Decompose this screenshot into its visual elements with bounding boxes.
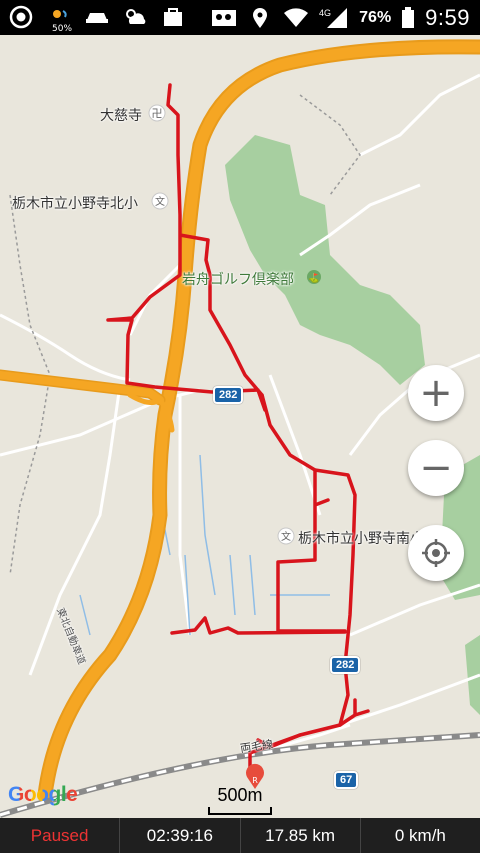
shopping-bag-icon [160, 4, 186, 30]
svg-text:R: R [252, 776, 258, 785]
route-shield-282-south: 282 [330, 656, 361, 674]
svg-text:卍: 卍 [152, 107, 163, 120]
status-bar-right-icons: 4G 76% 9:59 [211, 5, 470, 31]
golf-marker: ⛳ [307, 270, 321, 284]
school-north-marker: 文 [151, 192, 169, 210]
elapsed-time: 02:39:16 [120, 818, 241, 853]
map-view[interactable]: 卍 文 文 ⛳ R 大慈寺 栃木市立小野寺北小 岩舟ゴルフ倶楽部 栃木市立小野寺… [0, 35, 480, 818]
battery-percent: 76% [359, 9, 392, 26]
school-south-marker: 文 [277, 527, 295, 545]
speed: 0 km/h [394, 826, 446, 845]
plus-icon: + [419, 370, 453, 416]
tracking-status[interactable]: Paused [0, 818, 121, 853]
label-school-south: 栃木市立小野寺南小 [298, 530, 424, 546]
zoom-out-button[interactable]: − [408, 440, 464, 496]
label-golf-course: 岩舟ゴルフ倶楽部 [182, 271, 294, 287]
temple-marker: 卍 [148, 104, 166, 122]
google-logo-text: Google [8, 783, 78, 806]
distance: 17.85 km [241, 818, 361, 853]
weather-percent: 50% [52, 24, 73, 34]
label-school-north: 栃木市立小野寺北小 [12, 195, 138, 211]
location-icon [247, 5, 273, 31]
map-canvas: 卍 文 文 ⛳ R [0, 35, 480, 818]
battery-icon [401, 5, 415, 31]
map-scale: 500m [208, 785, 272, 815]
contact-card-icon [211, 5, 237, 31]
route-shield-67: 67 [334, 771, 359, 789]
tracker-status-bar: Paused 02:39:16 17.85 km 0 km/h [0, 818, 480, 853]
scale-label: 500m [217, 785, 263, 805]
svg-text:文: 文 [155, 195, 165, 208]
zoom-in-button[interactable]: + [408, 365, 464, 421]
google-logo: Google [8, 783, 78, 807]
network-type: 4G [319, 8, 331, 18]
minus-icon: − [419, 445, 453, 491]
car-icon [84, 4, 110, 30]
svg-text:文: 文 [281, 530, 291, 543]
crosshair-icon [420, 537, 452, 569]
my-location-button[interactable] [408, 525, 464, 581]
clock: 9:59 [425, 5, 470, 30]
route-shield-282-north: 282 [213, 386, 244, 404]
status-bar-left-icons: 50% [8, 4, 186, 34]
wifi-icon [283, 5, 309, 31]
signal-icon: 4G [319, 5, 349, 31]
scale-bar [208, 807, 272, 815]
cloud-sun-icon [122, 4, 148, 30]
status-bar: 50% 4G 76% 9:59 [0, 0, 480, 35]
record-icon [8, 4, 34, 30]
svg-text:⛳: ⛳ [308, 272, 319, 284]
label-temple: 大慈寺 [100, 107, 142, 123]
